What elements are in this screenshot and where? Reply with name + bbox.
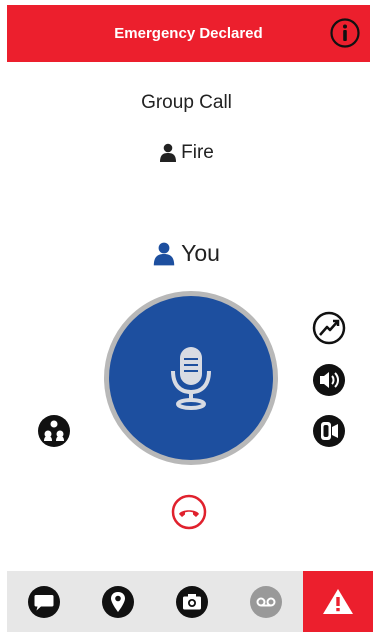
nav-camera[interactable] [155,571,229,632]
call-type-label: Group Call [141,92,232,113]
microphone-icon [171,347,211,410]
header-title: Emergency Declared [114,25,263,42]
voicemail-icon [250,585,282,618]
person-icon [160,143,177,162]
nav-location[interactable] [81,571,155,632]
group-members-icon [38,415,70,447]
message-icon [28,585,60,618]
push-to-talk-button[interactable] [104,291,278,465]
bottom-nav [7,571,373,632]
emergency-header: Emergency Declared [7,5,370,62]
nav-voicemail[interactable] [229,571,303,632]
end-call-icon [171,494,207,530]
camera-icon [176,585,208,618]
speaker-button[interactable] [312,363,346,397]
current-talker-row: You [0,240,373,267]
nav-messages[interactable] [7,571,81,632]
signal-strength-icon [312,311,346,345]
person-icon [153,242,175,265]
group-name-row: Fire [0,142,373,164]
speaker-icon [313,364,345,396]
emergency-alert-icon [323,588,353,614]
group-name: Fire [181,142,214,163]
earpiece-icon [313,415,345,447]
end-call-button[interactable] [171,494,207,530]
current-talker-name: You [181,240,220,266]
info-icon [330,18,360,48]
earpiece-button[interactable] [312,414,346,448]
nav-emergency[interactable] [303,571,373,632]
info-button[interactable] [330,18,360,48]
signal-button[interactable] [312,311,346,345]
location-icon [102,585,134,618]
group-members-button[interactable] [37,414,71,448]
